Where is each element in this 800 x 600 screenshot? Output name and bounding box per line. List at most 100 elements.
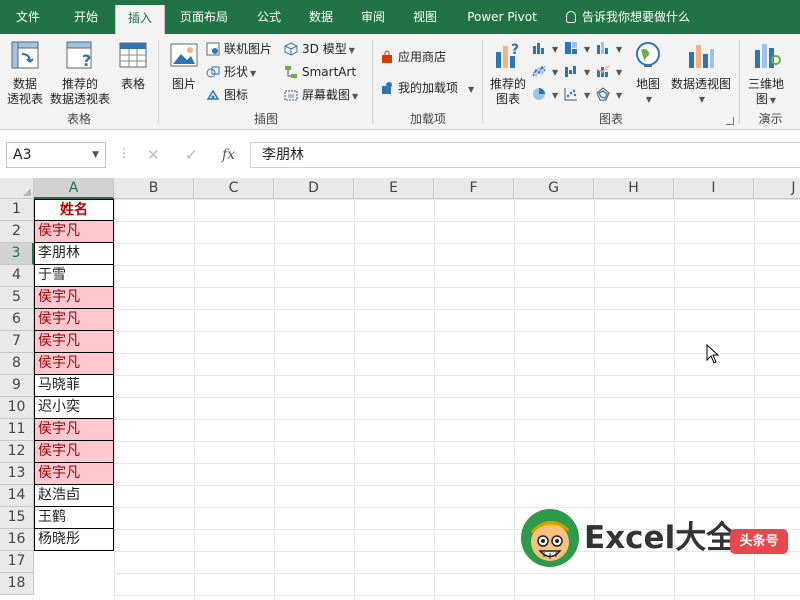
- row-header-6[interactable]: 6: [0, 309, 34, 331]
- select-all-corner[interactable]: [0, 178, 34, 199]
- row-header-3[interactable]: 3: [0, 243, 34, 265]
- row-header-14[interactable]: 14: [0, 485, 34, 507]
- row-header-18[interactable]: 18: [0, 573, 34, 595]
- cell-a-name[interactable]: 侯宇凡: [34, 287, 114, 309]
- tab-view[interactable]: 视图: [402, 0, 448, 34]
- recommended-charts-button[interactable]: ? 推荐的 图表: [486, 40, 530, 107]
- cell-a-name[interactable]: 迟小奕: [34, 397, 114, 419]
- cell-a-name[interactable]: 王鹤: [34, 507, 114, 529]
- column-header-h[interactable]: H: [594, 178, 674, 199]
- row-header-10[interactable]: 10: [0, 397, 34, 419]
- row-header-17[interactable]: 17: [0, 551, 34, 573]
- cell-a-name[interactable]: 侯宇凡: [34, 463, 114, 485]
- maps-button[interactable]: 地图 ▼: [630, 40, 666, 107]
- cell-a-name[interactable]: 侯宇凡: [34, 309, 114, 331]
- row-header-5[interactable]: 5: [0, 287, 34, 309]
- name-box[interactable]: A3 ▼: [6, 142, 106, 168]
- tab-file[interactable]: 文件: [0, 0, 56, 34]
- cell-a-name[interactable]: 侯宇凡: [34, 221, 114, 243]
- globe-icon: [636, 42, 660, 67]
- cancel-icon[interactable]: ✕: [147, 142, 160, 168]
- scatter-chart-button[interactable]: ▼: [564, 84, 590, 104]
- radar-chart-button[interactable]: ▼: [596, 84, 622, 104]
- shapes-button[interactable]: 形状 ▼: [206, 62, 256, 82]
- column-header-g[interactable]: G: [514, 178, 594, 199]
- online-pictures-label: 联机图片: [224, 42, 273, 56]
- icons-button[interactable]: 图标: [206, 85, 248, 105]
- line-chart-icon: [532, 65, 546, 78]
- tab-insert[interactable]: 插入: [115, 5, 165, 34]
- cell-a-name[interactable]: 于雪: [34, 265, 114, 287]
- insert-function-icon[interactable]: fx: [222, 142, 235, 168]
- row-header-2[interactable]: 2: [0, 221, 34, 243]
- recommended-pivottables-button[interactable]: ? 推荐的 数据透视表: [48, 40, 112, 107]
- waterfall-chart-button[interactable]: ▼: [564, 61, 590, 81]
- column-header-a[interactable]: A: [34, 178, 114, 199]
- smartart-button[interactable]: SmartArt: [284, 62, 356, 82]
- tab-data[interactable]: 数据: [298, 0, 344, 34]
- ribbon-insert-panel: 数据 透视表 ? 推荐的 数据透视表 表格 表格 图片 联机图片 形状 ▼ 图标…: [0, 34, 800, 130]
- tab-home[interactable]: 开始: [58, 0, 114, 34]
- ribbon-tab-bar: 文件 开始 插入 页面布局 公式 数据 审阅 视图 Power Pivot 告诉…: [0, 0, 800, 34]
- tab-page-layout[interactable]: 页面布局: [168, 0, 240, 34]
- pivottable-button[interactable]: 数据 透视表: [4, 40, 46, 107]
- maps-label: 地图: [635, 77, 660, 91]
- column-chart-button[interactable]: ▼: [532, 38, 558, 58]
- pictures-button[interactable]: 图片: [166, 40, 202, 92]
- tab-formulas[interactable]: 公式: [246, 0, 292, 34]
- cell-a-header[interactable]: 姓名: [34, 199, 114, 221]
- column-header-f[interactable]: F: [434, 178, 514, 199]
- table-label: 表格: [120, 77, 145, 91]
- cell-a-name[interactable]: 侯宇凡: [34, 353, 114, 375]
- group-divider: [739, 40, 740, 124]
- pictures-label: 图片: [171, 77, 196, 91]
- combo-chart-button[interactable]: ▼: [596, 61, 622, 81]
- column-header-c[interactable]: C: [194, 178, 274, 199]
- tab-review[interactable]: 审阅: [350, 0, 396, 34]
- column-header-i[interactable]: I: [674, 178, 754, 199]
- cell-a-name[interactable]: 赵浩卣: [34, 485, 114, 507]
- store-button[interactable]: 应用商店: [380, 47, 446, 67]
- cell-a-name[interactable]: 侯宇凡: [34, 331, 114, 353]
- cell-a-name[interactable]: 杨晓彤: [34, 529, 114, 551]
- pivotchart-button[interactable]: 数据透视图 ▼: [668, 40, 734, 107]
- recommended-pivottable-label-1: 推荐的: [61, 77, 98, 91]
- tab-power-pivot[interactable]: Power Pivot: [456, 0, 548, 34]
- chevron-down-icon: ▼: [645, 95, 653, 104]
- 3d-map-button[interactable]: 三维地 图 ▼: [743, 40, 789, 108]
- column-header-e[interactable]: E: [354, 178, 434, 199]
- row-header-7[interactable]: 7: [0, 331, 34, 353]
- row-header-11[interactable]: 11: [0, 419, 34, 441]
- tell-me-search[interactable]: 告诉我你想要做什么: [566, 0, 690, 34]
- my-addins-button[interactable]: 我的加载项 ▼: [380, 78, 474, 98]
- 3d-map-label-1: 三维地: [747, 77, 784, 91]
- row-header-13[interactable]: 13: [0, 463, 34, 485]
- 3d-models-button[interactable]: 3D 模型 ▼: [284, 39, 355, 59]
- table-button[interactable]: 表格: [114, 40, 152, 92]
- row-header-8[interactable]: 8: [0, 353, 34, 375]
- pie-chart-button[interactable]: ▼: [532, 84, 558, 104]
- dialog-launcher-icon[interactable]: [726, 117, 734, 125]
- column-header-d[interactable]: D: [274, 178, 354, 199]
- cell-a-name[interactable]: 李朋林: [34, 243, 114, 265]
- enter-icon[interactable]: ✓: [185, 142, 198, 168]
- group-addins-label: 加载项: [409, 112, 446, 126]
- row-header-16[interactable]: 16: [0, 529, 34, 551]
- screenshot-button[interactable]: 屏幕截图 ▼: [284, 85, 358, 105]
- cell-a-name[interactable]: 马晓菲: [34, 375, 114, 397]
- row-header-9[interactable]: 9: [0, 375, 34, 397]
- statistic-chart-button[interactable]: ▼: [596, 38, 622, 58]
- recommended-pivottable-label-2: 数据透视表: [49, 92, 110, 106]
- online-pictures-button[interactable]: 联机图片: [206, 39, 272, 59]
- cell-a-name[interactable]: 侯宇凡: [34, 441, 114, 463]
- row-header-15[interactable]: 15: [0, 507, 34, 529]
- formula-input[interactable]: 李朋林: [250, 142, 800, 168]
- row-header-12[interactable]: 12: [0, 441, 34, 463]
- line-chart-button[interactable]: ▼: [532, 61, 558, 81]
- column-header-j[interactable]: J: [754, 178, 800, 199]
- row-header-1[interactable]: 1: [0, 199, 34, 221]
- row-header-4[interactable]: 4: [0, 265, 34, 287]
- cell-a-name[interactable]: 侯宇凡: [34, 419, 114, 441]
- column-header-b[interactable]: B: [114, 178, 194, 199]
- hierarchy-chart-button[interactable]: ▼: [564, 38, 590, 58]
